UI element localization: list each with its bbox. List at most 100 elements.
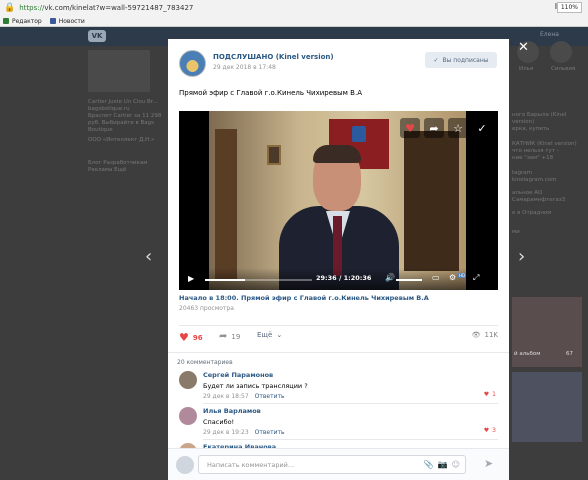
footer-links: Блог Разработчикам xyxy=(88,160,148,166)
like-count: 96 xyxy=(192,333,203,342)
video-current-time: 29:36 xyxy=(316,274,337,282)
comment-like-button[interactable]: ♥ 3 xyxy=(484,427,496,434)
browser-chrome: 🔒 https://vk.com/kinelat?w=wall-59721487… xyxy=(0,0,588,27)
comment-date[interactable]: 29 дек в 19:23 xyxy=(203,429,249,436)
ad-title: Cartier Juste Un Clou Br... xyxy=(88,99,158,105)
prev-arrow-icon[interactable]: ‹ xyxy=(145,246,152,267)
video-like-heart-icon[interactable]: ♥ xyxy=(400,118,420,138)
share-button[interactable]: ➦ 19 xyxy=(219,331,240,342)
sidebar-item: ние "зам" +18 xyxy=(512,155,554,161)
ad-text: руб. Выбирайте в Bags xyxy=(88,120,154,126)
ad-text: Boutique xyxy=(88,127,113,133)
attach-icon[interactable]: 📎 xyxy=(424,460,434,469)
fullscreen-icon[interactable]: ⤢ xyxy=(473,273,479,283)
play-icon[interactable]: ▶ xyxy=(188,274,194,283)
post-text: Прямой эфир с Главой г.о.Кинель Чихиревы… xyxy=(179,89,362,97)
url-protocol: https:// xyxy=(19,3,45,12)
like-button[interactable]: ♥ 96 xyxy=(179,331,203,344)
post-modal: ПОДСЛУШАНО (Kinel version) 29 дек 2018 в… xyxy=(168,39,509,480)
bookmark-editor[interactable]: Редактор xyxy=(3,18,42,25)
volume-icon[interactable]: 🔊 xyxy=(385,273,395,282)
close-icon[interactable]: ✕ xyxy=(518,40,529,55)
volume-slider[interactable] xyxy=(396,279,422,281)
address-bar[interactable]: 🔒 https://vk.com/kinelat?w=wall-59721487… xyxy=(0,0,588,15)
comment-placeholder: Написать комментарий... xyxy=(207,461,295,469)
bookmark-label: Новости xyxy=(58,17,85,25)
reply-link[interactable]: Ответить xyxy=(255,393,285,400)
sidebar-item: kinelagram.com xyxy=(512,177,557,183)
share-arrow-icon: ➦ xyxy=(219,331,228,342)
hd-badge: HD xyxy=(458,273,467,278)
ad-image xyxy=(88,50,150,92)
group-avatar[interactable] xyxy=(179,50,206,77)
sidebar-item: tagram xyxy=(512,170,533,176)
video-action-buttons: ♥ ➦ ☆ ✓ xyxy=(400,118,492,138)
video-duration: 1:20:36 xyxy=(343,274,372,282)
header-user-name[interactable]: Елена xyxy=(540,31,559,38)
scene-shelf xyxy=(404,131,459,271)
comment-like-count: 3 xyxy=(492,427,496,434)
video-share-arrow-icon[interactable]: ➦ xyxy=(424,118,444,138)
heart-icon: ♥ xyxy=(179,331,189,344)
bookmark-icon xyxy=(49,18,56,24)
settings-gear-icon[interactable]: ⚙ xyxy=(449,273,456,282)
send-icon[interactable]: ➤ xyxy=(484,457,493,470)
zoom-level[interactable]: 110% xyxy=(556,2,582,13)
album-photo xyxy=(512,372,582,442)
comment-date[interactable]: 29 дек в 18:57 xyxy=(203,393,249,400)
post-date[interactable]: 29 дек 2018 в 17:48 xyxy=(213,64,276,71)
sidebar-item: Самарамнфтегаз3 xyxy=(512,197,566,203)
composer-tools: 📎 📷 ☺ xyxy=(424,460,460,469)
mini-player-icon[interactable]: ▭ xyxy=(432,273,440,282)
eye-icon: 👁 xyxy=(471,331,481,339)
comment-like-button[interactable]: ♥ 1 xyxy=(484,391,496,398)
friend-name: Сильвия xyxy=(551,66,576,72)
video-added-check-icon[interactable]: ✓ xyxy=(472,118,492,138)
sidebar-item: version) xyxy=(512,119,535,125)
camera-icon[interactable]: 📷 xyxy=(438,460,448,469)
album-count: 67 xyxy=(566,351,573,357)
divider xyxy=(203,439,498,440)
comment-author[interactable]: Сергей Парамонов xyxy=(203,371,273,379)
bookmark-icon xyxy=(3,18,9,24)
post-actions: ♥ 96 ➦ 19 Ещё ⌄ 👁 11K xyxy=(179,331,498,347)
comment-author[interactable]: Илья Варламов xyxy=(203,407,261,415)
comment-meta: 29 дек в 18:57 Ответить xyxy=(203,393,285,400)
video-time: 29:36 / 1:20:36 xyxy=(316,274,372,282)
comment-avatar[interactable] xyxy=(179,371,197,389)
url-text[interactable]: https://vk.com/kinelat?w=wall-59721487_7… xyxy=(19,4,193,12)
bookmark-news[interactable]: Новости xyxy=(49,17,85,25)
footer-links: Реклама Ещё xyxy=(88,167,127,173)
url-path: vk.com/kinelat?w=wall-59721487_783427 xyxy=(44,3,194,12)
bookmarks-bar: Редактор Новости xyxy=(0,15,93,27)
video-controls: ▶ 29:36 / 1:20:36 🔊 ▭ ⚙ HD ⤢ xyxy=(179,268,498,290)
ad-company: ООО «Интеллект Д.Н.» xyxy=(88,137,155,143)
video-views: 20463 просмотра xyxy=(179,305,234,312)
sidebar-item: что нельзя тут - xyxy=(512,148,559,154)
divider xyxy=(168,352,509,353)
comment-input[interactable]: Написать комментарий... 📎 📷 ☺ xyxy=(198,455,466,474)
video-progress-bar[interactable] xyxy=(205,279,312,281)
scene-emblem xyxy=(352,126,366,142)
scene-portrait xyxy=(267,145,281,165)
comments-count: 20 комментариев xyxy=(177,359,233,366)
video-progress-fill xyxy=(205,279,245,281)
more-button[interactable]: Ещё ⌄ xyxy=(257,331,282,339)
subscribed-button[interactable]: ✓ Вы подписаны xyxy=(425,52,497,68)
share-count: 19 xyxy=(231,332,241,341)
video-bookmark-star-icon[interactable]: ☆ xyxy=(448,118,468,138)
next-arrow-icon[interactable]: › xyxy=(518,246,525,267)
friend-avatar xyxy=(550,41,572,63)
comment-avatar[interactable] xyxy=(179,407,197,425)
sidebar-item: е в Отрадном xyxy=(512,210,552,216)
comment-meta: 29 дек в 19:23 Ответить xyxy=(203,429,285,436)
group-name-link[interactable]: ПОДСЛУШАНО (Kinel version) xyxy=(213,53,334,61)
bookmark-label: Редактор xyxy=(12,17,42,25)
comment-composer: Написать комментарий... 📎 📷 ☺ ➤ xyxy=(168,448,509,480)
emoji-icon[interactable]: ☺ xyxy=(452,460,460,469)
reply-link[interactable]: Ответить xyxy=(255,429,285,436)
video-title-link[interactable]: Начало в 18:00. Прямой эфир с Главой г.о… xyxy=(179,294,429,302)
comment-text: Будет ли запись трансляции ? xyxy=(203,382,308,390)
vk-logo-icon[interactable]: VK xyxy=(88,30,106,42)
video-player[interactable]: ♥ ➦ ☆ ✓ ▶ 29:36 / 1:20:36 🔊 ▭ ⚙ HD ⤢ xyxy=(179,111,498,290)
